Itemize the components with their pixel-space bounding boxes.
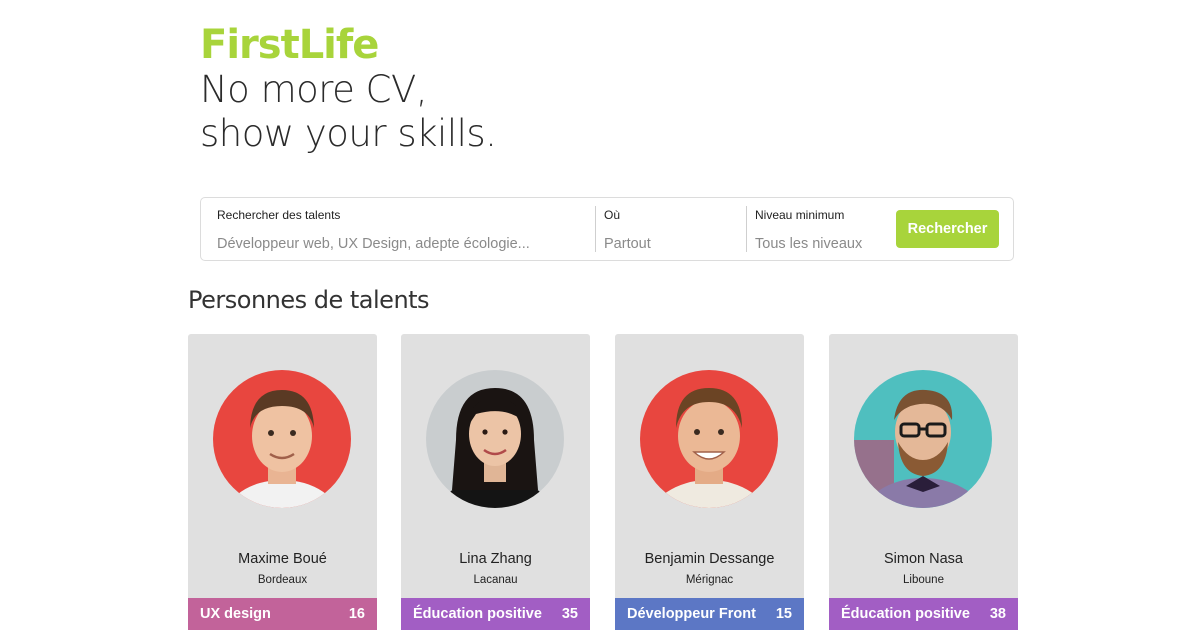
skill-count: 38: [989, 606, 1006, 622]
talent-city: Lacanau: [473, 574, 518, 586]
skill-badge[interactable]: UX design 16: [188, 598, 377, 630]
talent-city: Mérignac: [685, 574, 734, 586]
talent-card[interactable]: Simon Nasa Liboune Éducation positive 38: [829, 334, 1018, 630]
avatar: [854, 370, 992, 508]
skill-label: Éducation positive: [413, 606, 542, 622]
skill-label: Développeur Front: [627, 606, 756, 622]
talent-search-field[interactable]: Rechercher des talents Développeur web, …: [217, 198, 593, 260]
search-bar: Rechercher des talents Développeur web, …: [200, 197, 1014, 261]
tagline-line-2: show your skills.: [200, 112, 497, 155]
skill-count: 16: [348, 606, 365, 622]
avatar: [213, 370, 351, 508]
level-field[interactable]: Niveau minimum Tous les niveaux: [746, 206, 896, 252]
skill-badge[interactable]: Développeur Front 15: [615, 598, 804, 630]
avatar: [426, 370, 564, 508]
section-title: Personnes de talents: [188, 286, 430, 314]
location-label: Où: [604, 208, 621, 222]
talent-card[interactable]: Benjamin Dessange Mérignac Développeur F…: [615, 334, 804, 630]
skill-count: 35: [561, 606, 578, 622]
skill-badge[interactable]: Éducation positive 35: [401, 598, 590, 630]
talent-search-input[interactable]: Développeur web, UX Design, adepte écolo…: [217, 236, 530, 252]
talent-search-label: Rechercher des talents: [217, 208, 341, 222]
location-field[interactable]: Où Partout: [595, 206, 745, 252]
talent-name[interactable]: Maxime Boué: [188, 551, 377, 567]
talent-city: Liboune: [903, 574, 944, 586]
skill-label: UX design: [200, 606, 271, 622]
talent-city: Bordeaux: [257, 574, 308, 586]
skill-label: Éducation positive: [841, 606, 970, 622]
talent-name[interactable]: Lina Zhang: [401, 551, 590, 567]
talent-card[interactable]: Lina Zhang Lacanau Éducation positive 35: [401, 334, 590, 630]
talent-name[interactable]: Benjamin Dessange: [615, 551, 804, 567]
level-label: Niveau minimum: [755, 208, 845, 222]
talent-name[interactable]: Simon Nasa: [829, 551, 1018, 567]
hero: FirstLife No more CV, show your skills.: [200, 22, 497, 156]
skill-badge[interactable]: Éducation positive 38: [829, 598, 1018, 630]
avatar: [640, 370, 778, 508]
tagline-line-1: No more CV,: [200, 68, 428, 111]
talent-card[interactable]: Maxime Boué Bordeaux UX design 16: [188, 334, 377, 630]
location-input[interactable]: Partout: [604, 236, 651, 252]
brand-logo[interactable]: FirstLife: [200, 22, 496, 68]
level-select[interactable]: Tous les niveaux: [755, 236, 862, 252]
skill-count: 15: [775, 606, 792, 622]
search-button[interactable]: Rechercher: [896, 210, 999, 248]
